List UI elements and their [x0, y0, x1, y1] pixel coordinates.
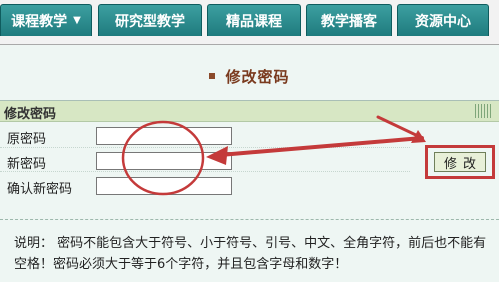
- tab-label: 资源中心: [415, 13, 471, 30]
- tab-research-teaching[interactable]: 研究型教学: [98, 4, 202, 36]
- tab-resource-center[interactable]: 资源中心: [397, 4, 489, 36]
- page-title: 修改密码: [0, 66, 499, 87]
- submit-highlight-box: 修改: [425, 145, 495, 179]
- old-password-input[interactable]: [96, 127, 232, 145]
- tab-label: 教学播客: [321, 13, 377, 30]
- bullet-icon: [209, 72, 216, 79]
- old-password-label: 原密码: [7, 132, 47, 147]
- password-rules-note: 说明： 密码不能包含大于符号、小于符号、引号、中文、全角字符，前后也不能有空格！…: [14, 236, 487, 272]
- tab-label: 研究型教学: [115, 13, 185, 30]
- tab-course-teaching[interactable]: 课程教学 ▼: [0, 4, 92, 36]
- dropdown-caret-icon: ▼: [73, 15, 81, 26]
- tab-quality-courses[interactable]: 精品课程: [207, 4, 301, 36]
- row-divider: [0, 171, 410, 172]
- panel-header: 修改密码: [0, 101, 499, 122]
- tab-label: 课程教学: [11, 13, 68, 30]
- confirm-password-label: 确认新密码: [7, 182, 73, 197]
- row-divider: [0, 147, 410, 148]
- modify-button[interactable]: 修改: [434, 152, 486, 172]
- tab-teaching-podcast[interactable]: 教学播客: [306, 4, 392, 36]
- top-navigation: 课程教学 ▼ 研究型教学 精品课程 教学播客 资源中心: [0, 0, 499, 45]
- panel-header-text: 修改密码: [4, 107, 57, 122]
- page-title-text: 修改密码: [225, 68, 290, 86]
- new-password-label: 新密码: [7, 157, 47, 172]
- stripes-decoration-icon: [475, 104, 493, 118]
- tab-label: 精品课程: [226, 13, 282, 30]
- confirm-password-input[interactable]: [96, 177, 232, 195]
- new-password-input[interactable]: [96, 152, 232, 170]
